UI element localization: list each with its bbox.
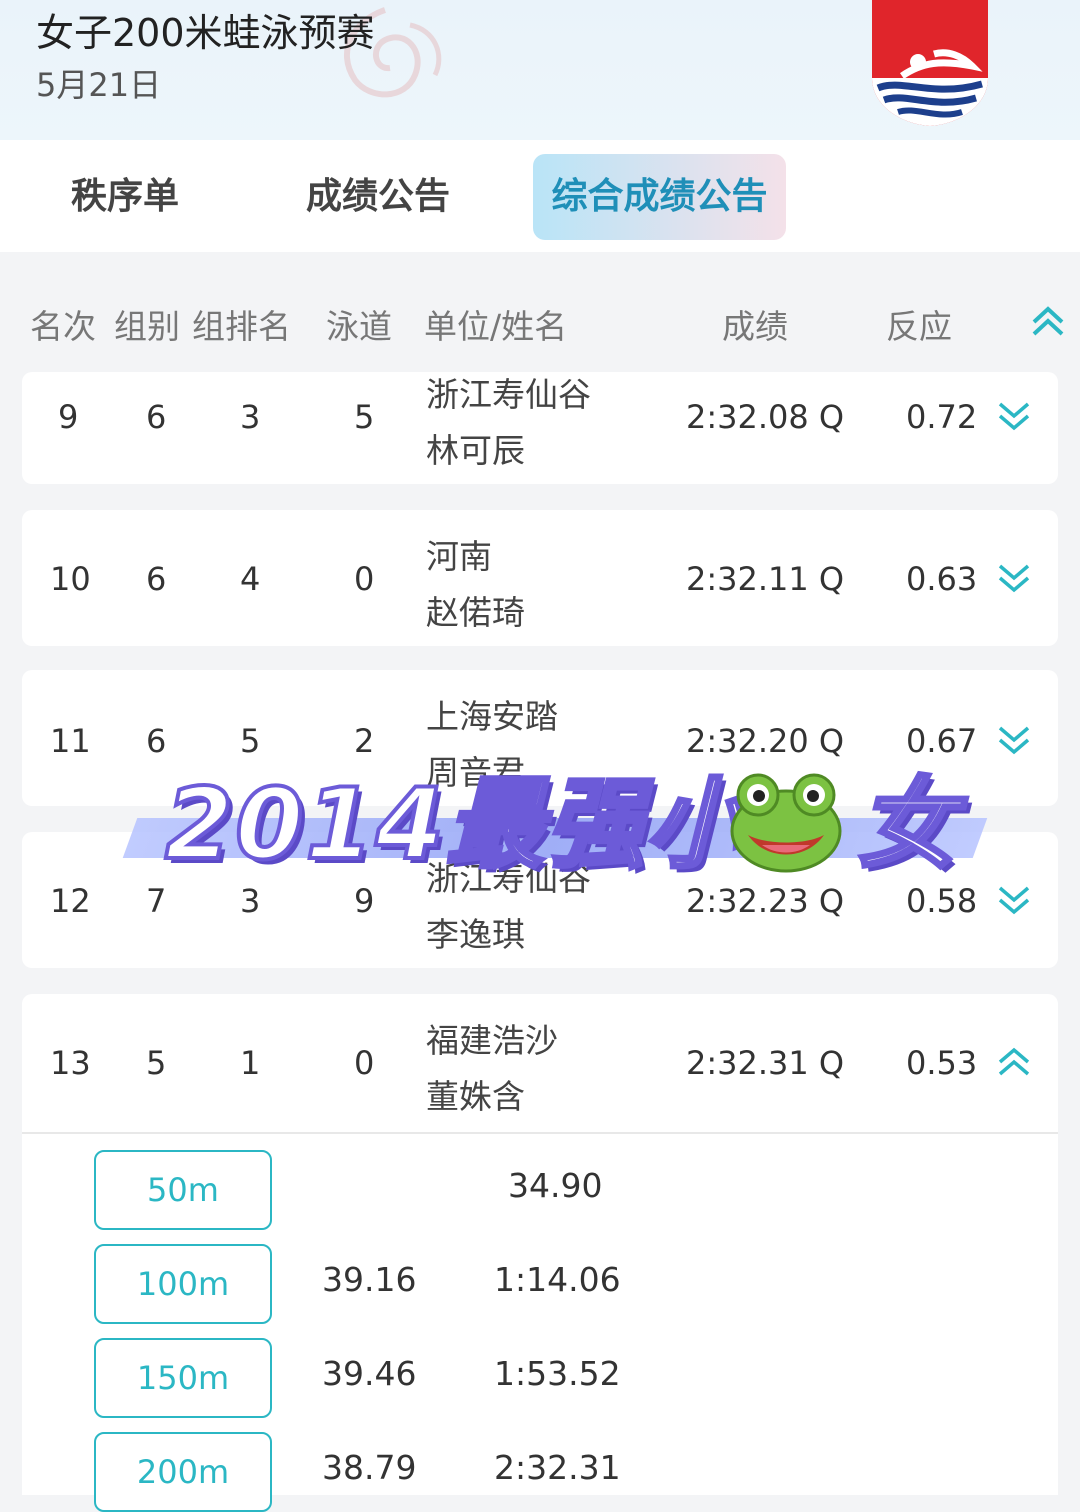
reaction-time: 0.53 [906,1044,978,1082]
split-distance-button[interactable]: 200m [94,1432,272,1512]
col-result: 成绩 [722,307,788,346]
heat: 6 [146,560,167,598]
lane: 5 [354,398,375,436]
swimmer-name: 赵偌琦 [426,593,525,632]
cumulative-time: 1:53.52 [494,1354,621,1393]
tab-results-notice[interactable]: 成绩公告 [290,154,466,240]
page-title: 女子200米蛙泳预赛 [36,11,375,55]
header: 女子200米蛙泳预赛 5月21日 [0,0,1080,140]
split-times-panel: 50m 34.90 100m 39.16 1:14.06 150m 39.46 … [22,1132,1058,1512]
split-distance-button[interactable]: 100m [94,1244,272,1324]
result-row[interactable]: 10 6 4 0 河南 赵偌琦 2:32.11 Q 0.63 [22,510,1058,646]
rank: 9 [58,398,79,436]
col-heat: 组别 [114,307,180,346]
split-distance-button[interactable]: 150m [94,1338,272,1418]
result-row-expanded[interactable]: 13 5 1 0 福建浩沙 董姝含 2:32.31 Q 0.53 [22,994,1058,1132]
swimmer-name: 林可辰 [426,431,525,470]
heat-rank: 4 [240,560,261,598]
heat-rank: 3 [240,398,261,436]
expand-chevron-down-icon[interactable] [996,722,1032,758]
collapse-chevron-up-icon[interactable] [996,1044,1032,1080]
expand-chevron-down-icon[interactable] [996,398,1032,434]
lane: 9 [354,882,375,920]
col-lane: 泳道 [326,307,392,346]
team: 河南 [426,537,492,576]
column-header: 名次 组别 组排名 泳道 单位/姓名 成绩 反应 [0,252,1080,372]
collapse-all-chevron-up-icon[interactable] [1028,300,1068,340]
expand-chevron-down-icon[interactable] [996,882,1032,918]
col-rank: 名次 [30,307,96,346]
tab-combined-results[interactable]: 综合成绩公告 [533,154,786,240]
heat: 7 [146,882,167,920]
lane: 0 [354,560,375,598]
reaction-time: 0.72 [906,398,978,436]
swimmer-name: 李逸琪 [426,915,525,954]
result-row[interactable]: 9 6 3 5 浙江寿仙谷 林可辰 2:32.08 Q 0.72 [22,372,1058,484]
split-time: 38.79 [322,1448,417,1487]
heat-rank: 3 [240,882,261,920]
heat: 5 [146,1044,167,1082]
rank: 11 [50,722,91,760]
heat: 6 [146,722,167,760]
heat: 6 [146,398,167,436]
overlay-banner-text: 2014最强小 [163,766,746,884]
tab-bar: 秩序单 成绩公告 综合成绩公告 [0,140,1080,252]
rank: 12 [50,882,91,920]
split-time: 39.16 [322,1260,417,1299]
team: 浙江寿仙谷 [426,375,591,414]
cumulative-time: 2:32.31 [494,1448,621,1487]
tab-order-sheet[interactable]: 秩序单 [40,154,210,240]
result-time: 2:32.08 Q [686,398,845,436]
split-time: 39.46 [322,1354,417,1393]
lane: 0 [354,1044,375,1082]
event-date: 5月21日 [36,66,162,104]
result-time: 2:32.23 Q [686,882,845,920]
swimmer-name: 董姝含 [426,1077,525,1116]
result-time: 2:32.11 Q [686,560,845,598]
expand-chevron-down-icon[interactable] [996,560,1032,596]
col-reaction: 反应 [886,307,952,346]
team: 福建浩沙 [426,1021,558,1060]
team: 上海安踏 [426,697,558,736]
rank: 10 [50,560,91,598]
cumulative-time: 1:14.06 [494,1260,621,1299]
overlay-banner-suffix: 女 [856,766,958,884]
swimming-logo-icon [872,0,988,126]
reaction-time: 0.58 [906,882,978,920]
reaction-time: 0.63 [906,560,978,598]
col-team-name: 单位/姓名 [424,307,568,346]
split-distance-button[interactable]: 50m [94,1150,272,1230]
rank: 13 [50,1044,91,1082]
cumulative-time: 34.90 [508,1166,603,1205]
frog-face-icon [730,773,842,873]
result-time: 2:32.31 Q [686,1044,845,1082]
heat-rank: 1 [240,1044,261,1082]
col-heat-rank: 组排名 [192,307,291,346]
